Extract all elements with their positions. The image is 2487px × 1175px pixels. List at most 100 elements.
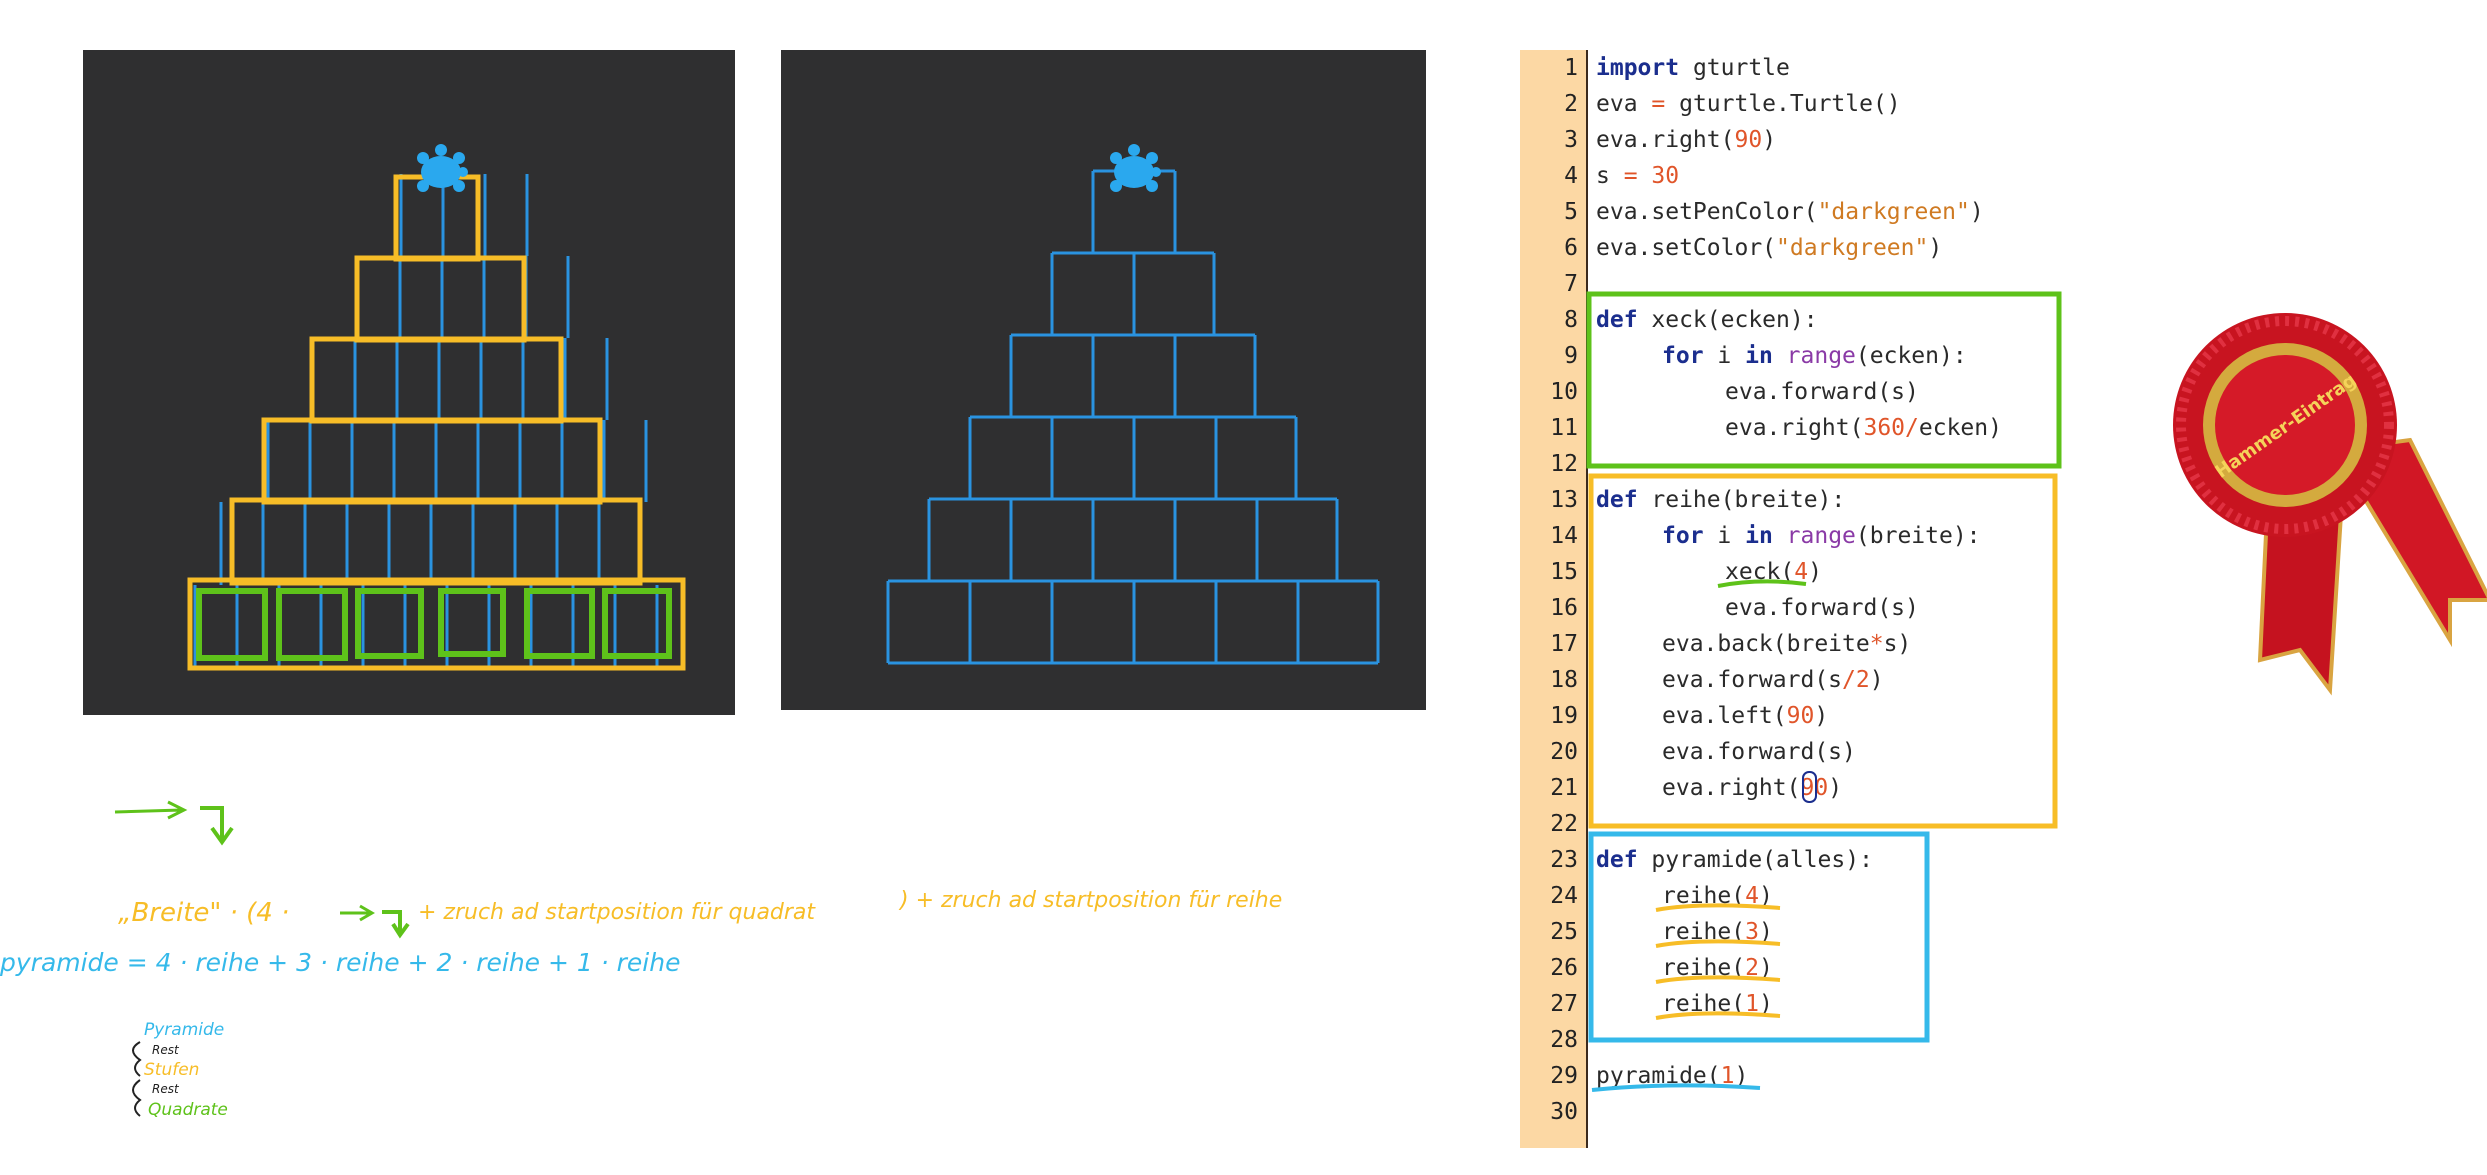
code-line[interactable]: eva.right(90) [1596, 122, 1776, 158]
code-text: (breite): [1855, 523, 1981, 549]
line-number: 29 [1550, 1063, 1578, 1089]
forward-arrow-icon [340, 904, 375, 922]
code-text: ecken) [1918, 415, 2002, 441]
code-text: ) [1869, 667, 1884, 693]
green-square [276, 588, 348, 661]
line-number: 30 [1550, 1099, 1578, 1125]
operator: = [1623, 163, 1638, 189]
keyword: for [1662, 523, 1704, 549]
code-text: ) [1969, 199, 1984, 225]
code-text: reihe( [1662, 919, 1746, 945]
number: 4 [1745, 883, 1759, 909]
number: 360 [1863, 415, 1906, 441]
code-line[interactable]: eva.forward(s) [1725, 374, 1919, 410]
code-text: ) [1758, 883, 1773, 909]
keyword: in [1745, 343, 1773, 369]
code-text: eva.right( [1662, 775, 1801, 801]
line-number: 4 [1564, 163, 1578, 189]
code-line[interactable]: reihe(3) [1662, 914, 1773, 950]
number: 30 [1651, 163, 1680, 189]
handwritten-notes: „Breite" · (4 · + zruch ad startposition… [0, 760, 1450, 1160]
pyramid-drawing-annotated [187, 144, 686, 671]
code-text: ) [1928, 235, 1943, 261]
green-squares [196, 588, 672, 661]
code-text: reihe( [1662, 955, 1746, 981]
code-text: pyramide(alles): [1637, 847, 1873, 873]
code-line[interactable]: eva.forward(s) [1662, 734, 1856, 770]
code-line[interactable]: s = 30 [1596, 158, 1679, 194]
line-number: 20 [1550, 739, 1578, 765]
code-line[interactable]: for i in range(ecken): [1662, 338, 1967, 374]
number: 1 [1720, 1063, 1735, 1089]
code-text: ) [1762, 127, 1777, 153]
line-number: 15 [1550, 559, 1578, 585]
code-text: eva.forward(s [1662, 667, 1843, 693]
code-line[interactable]: eva.forward(s/2) [1662, 662, 1884, 698]
operator: / [1842, 667, 1856, 693]
pyramid-drawing [886, 144, 1380, 665]
code-text: i [1703, 343, 1746, 369]
code-line[interactable]: def reihe(breite): [1596, 482, 1845, 518]
code-text: reihe( [1662, 883, 1746, 909]
code-line[interactable]: pyramide(1) [1596, 1058, 1748, 1094]
code-line[interactable]: reihe(4) [1662, 878, 1773, 914]
line-number: 19 [1550, 703, 1578, 729]
code-line[interactable]: reihe(2) [1662, 950, 1773, 986]
number: 2 [1855, 667, 1870, 693]
green-square [196, 588, 268, 661]
line-number: 23 [1550, 847, 1578, 873]
legend-quadrate: Quadrate [148, 1100, 228, 1120]
keyword: def [1596, 307, 1638, 333]
code-editor[interactable]: 1 2 3 4 5 6 7 8 9 10 11 12 13 14 15 16 1… [1520, 50, 2080, 1148]
orange-row-4 [261, 417, 603, 505]
operator: / [1905, 415, 1919, 441]
legend-rest: Rest [152, 1082, 179, 1096]
code-text: ) [1808, 559, 1822, 585]
turtle-canvas-annotated [83, 50, 735, 715]
code-line[interactable]: eva.left(90) [1662, 698, 1828, 734]
note-breite: „Breite" · (4 · [118, 898, 290, 928]
line-number: 11 [1550, 415, 1578, 441]
line-number-gutter: 1 2 3 4 5 6 7 8 9 10 11 12 13 14 15 16 1… [1520, 50, 1588, 1148]
line-number: 24 [1550, 883, 1578, 909]
keyword: import [1596, 55, 1680, 81]
operator: * [1869, 631, 1884, 657]
line-number: 14 [1550, 523, 1578, 549]
code-line[interactable]: def pyramide(alles): [1596, 842, 1873, 878]
line-number: 26 [1550, 955, 1578, 981]
keyword: def [1596, 847, 1638, 873]
keyword: for [1662, 343, 1704, 369]
code-text: s) [1883, 631, 1912, 657]
brace-icon [132, 1041, 142, 1077]
code-line[interactable]: for i in range(breite): [1662, 518, 1981, 554]
operator: = [1651, 91, 1666, 117]
code-text: ) [1758, 955, 1773, 981]
note-pyramide-formula: pyramide = 4 · reihe + 3 · reihe + 2 · r… [0, 948, 681, 977]
code-line[interactable]: eva.forward(s) [1725, 590, 1919, 626]
code-line[interactable]: reihe(1) [1662, 986, 1773, 1022]
code-line[interactable]: eva.setPenColor("darkgreen") [1596, 194, 1984, 230]
code-text: ) [1828, 775, 1843, 801]
code-line[interactable]: import gturtle [1596, 50, 1790, 86]
number: 90 [1800, 775, 1829, 801]
code-text: reihe( [1662, 991, 1746, 1017]
code-line[interactable]: xeck(4) [1725, 554, 1822, 590]
line-number: 1 [1564, 55, 1578, 81]
code-line[interactable]: def xeck(ecken): [1596, 302, 1818, 338]
award-ribbon: Hammer-Eintrag [2160, 300, 2487, 700]
code-text: ) [1758, 919, 1773, 945]
green-square [524, 588, 595, 659]
code-text: reihe(breite): [1637, 487, 1846, 513]
line-number: 27 [1550, 991, 1578, 1017]
line-number: 6 [1564, 235, 1578, 261]
code-line[interactable]: eva.back(breite*s) [1662, 626, 1911, 662]
code-line[interactable]: eva.right(90) [1662, 770, 1842, 806]
code-line[interactable]: eva.setColor("darkgreen") [1596, 230, 1942, 266]
number: 2 [1745, 955, 1759, 981]
code-line[interactable]: eva = gturtle.Turtle() [1596, 86, 1901, 122]
rosette-icon: Hammer-Eintrag [2173, 313, 2487, 696]
forward-arrow-icon [114, 800, 188, 820]
orange-row-1 [393, 174, 481, 262]
code-line[interactable]: eva.right(360/ecken) [1725, 410, 2002, 446]
